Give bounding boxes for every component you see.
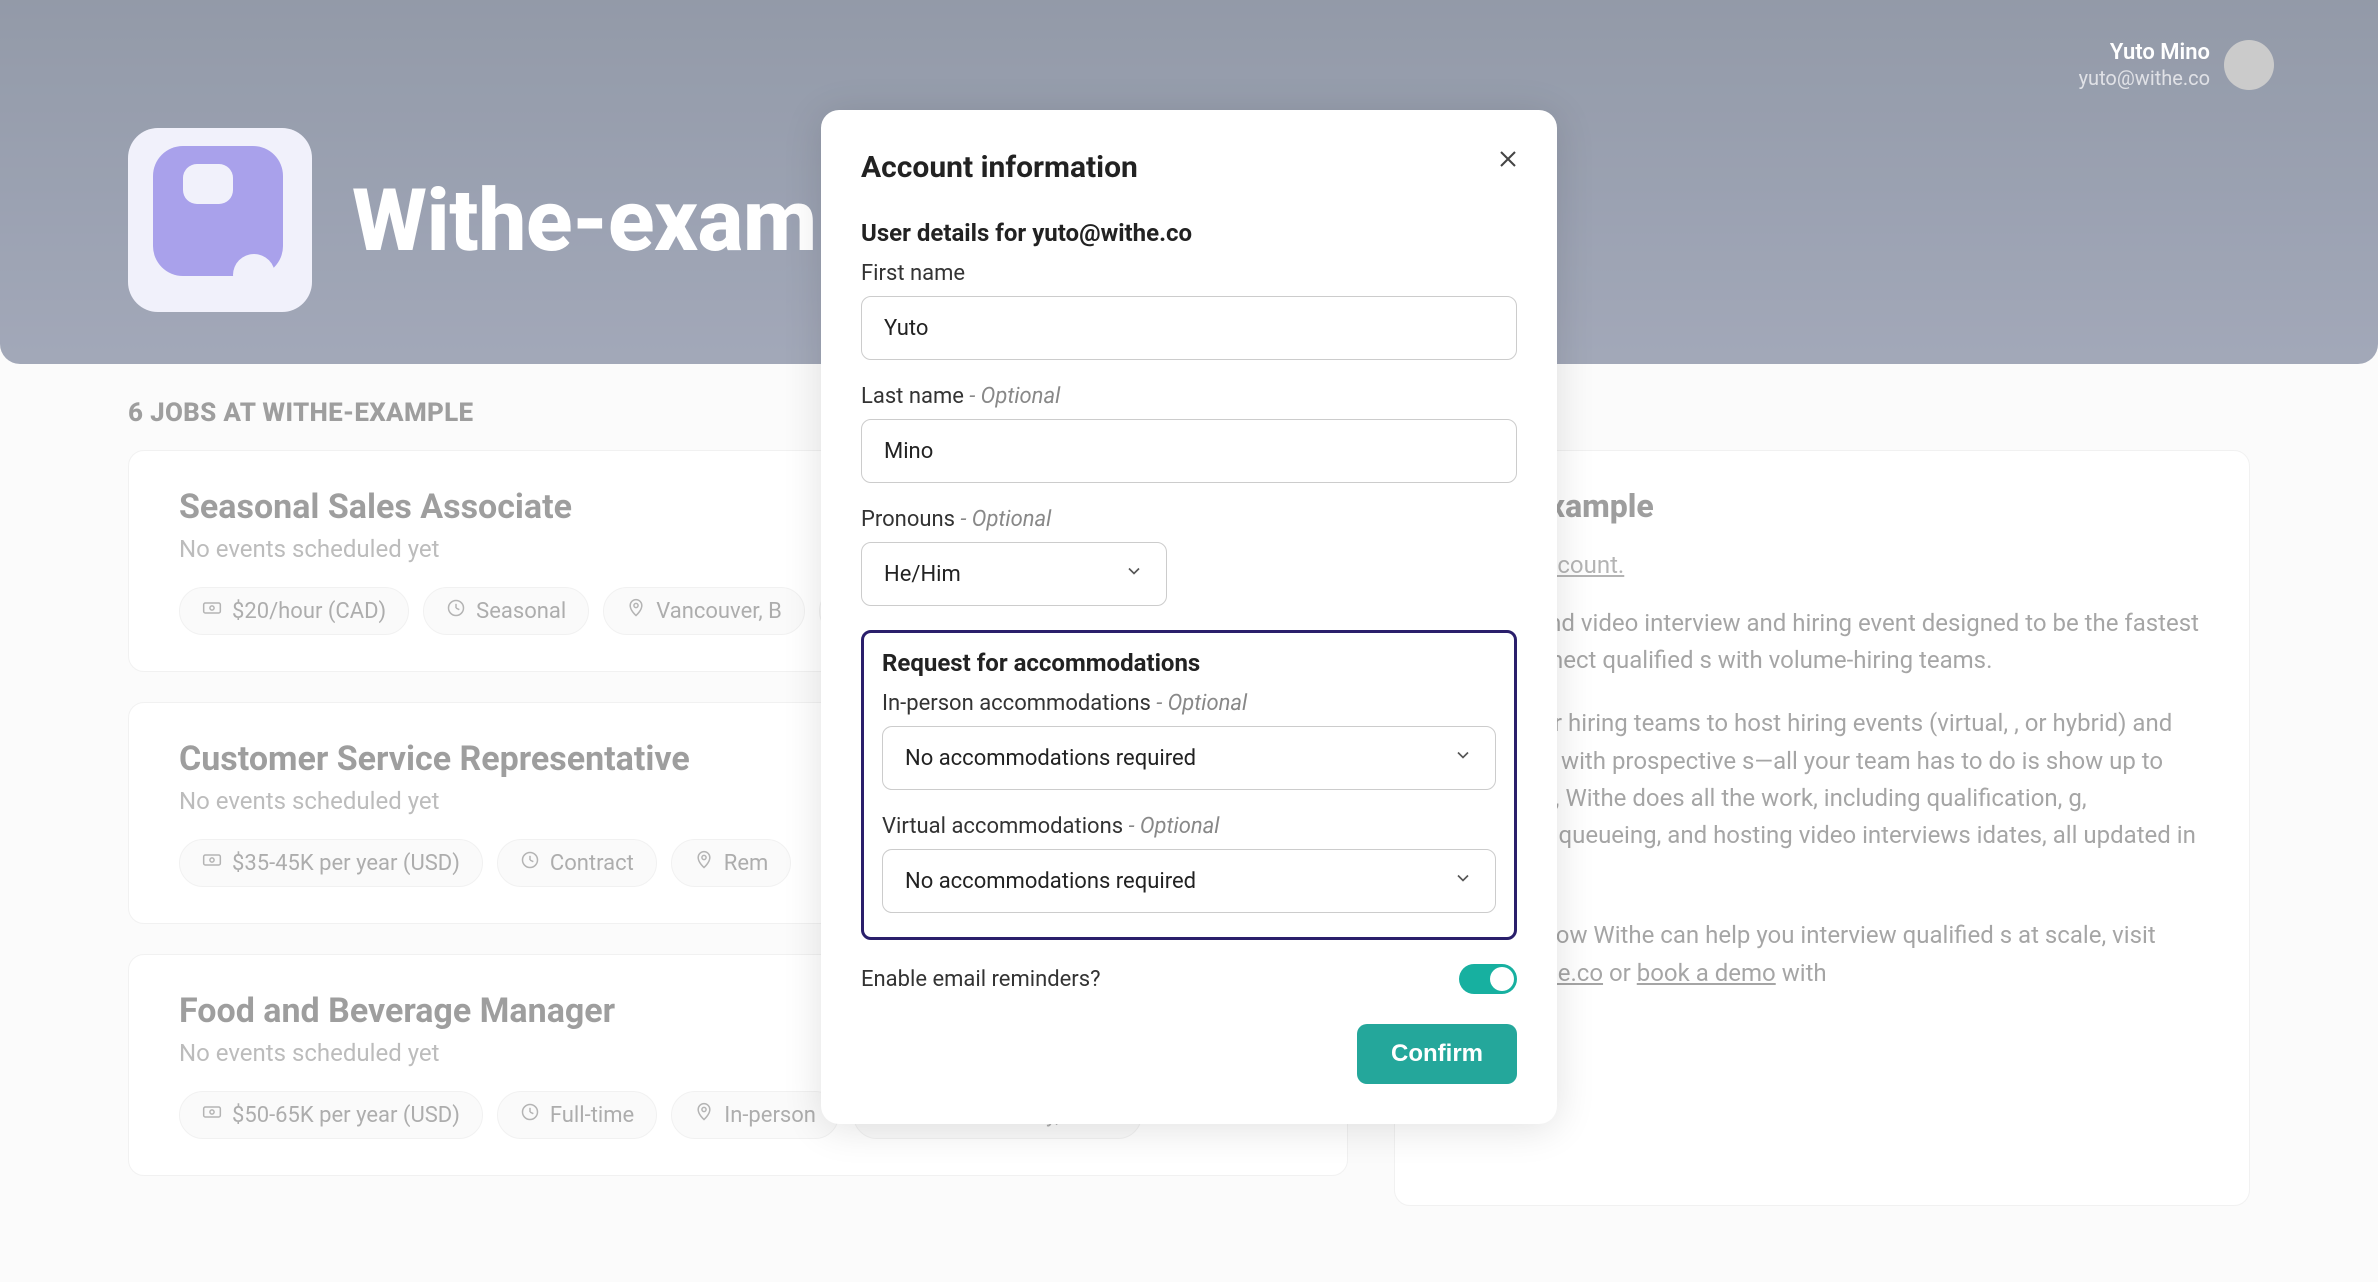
accommodations-section: Request for accommodations In-person acc… <box>861 630 1517 940</box>
virtual-value: No accommodations required <box>905 869 1196 894</box>
accommodations-title: Request for accommodations <box>882 649 1496 677</box>
last-name-label: Last name - Optional <box>861 384 1517 409</box>
modal-overlay[interactable]: Account information User details for yut… <box>0 0 2378 1282</box>
chevron-down-icon <box>1124 561 1144 587</box>
inperson-label: In-person accommodations - Optional <box>882 691 1496 716</box>
pronouns-select[interactable]: He/Him <box>861 542 1167 606</box>
first-name-label: First name <box>861 261 1517 286</box>
confirm-button[interactable]: Confirm <box>1357 1024 1517 1084</box>
toggle-knob <box>1490 967 1514 991</box>
first-name-input[interactable] <box>861 296 1517 360</box>
chevron-down-icon <box>1453 868 1473 894</box>
last-name-input[interactable] <box>861 419 1517 483</box>
email-reminders-toggle[interactable] <box>1459 964 1517 994</box>
pronouns-label: Pronouns - Optional <box>861 507 1517 532</box>
account-info-modal: Account information User details for yut… <box>821 110 1557 1124</box>
pronouns-value: He/Him <box>884 562 961 587</box>
email-reminders-row: Enable email reminders? <box>861 964 1517 994</box>
chevron-down-icon <box>1453 745 1473 771</box>
user-details-heading: User details for yuto@withe.co <box>861 219 1517 247</box>
email-reminders-label: Enable email reminders? <box>861 967 1101 992</box>
virtual-label: Virtual accommodations - Optional <box>882 814 1496 839</box>
modal-title: Account information <box>861 150 1517 185</box>
close-icon <box>1496 147 1520 175</box>
inperson-accommodations-select[interactable]: No accommodations required <box>882 726 1496 790</box>
inperson-value: No accommodations required <box>905 746 1196 771</box>
virtual-accommodations-select[interactable]: No accommodations required <box>882 849 1496 913</box>
close-button[interactable] <box>1493 146 1523 176</box>
